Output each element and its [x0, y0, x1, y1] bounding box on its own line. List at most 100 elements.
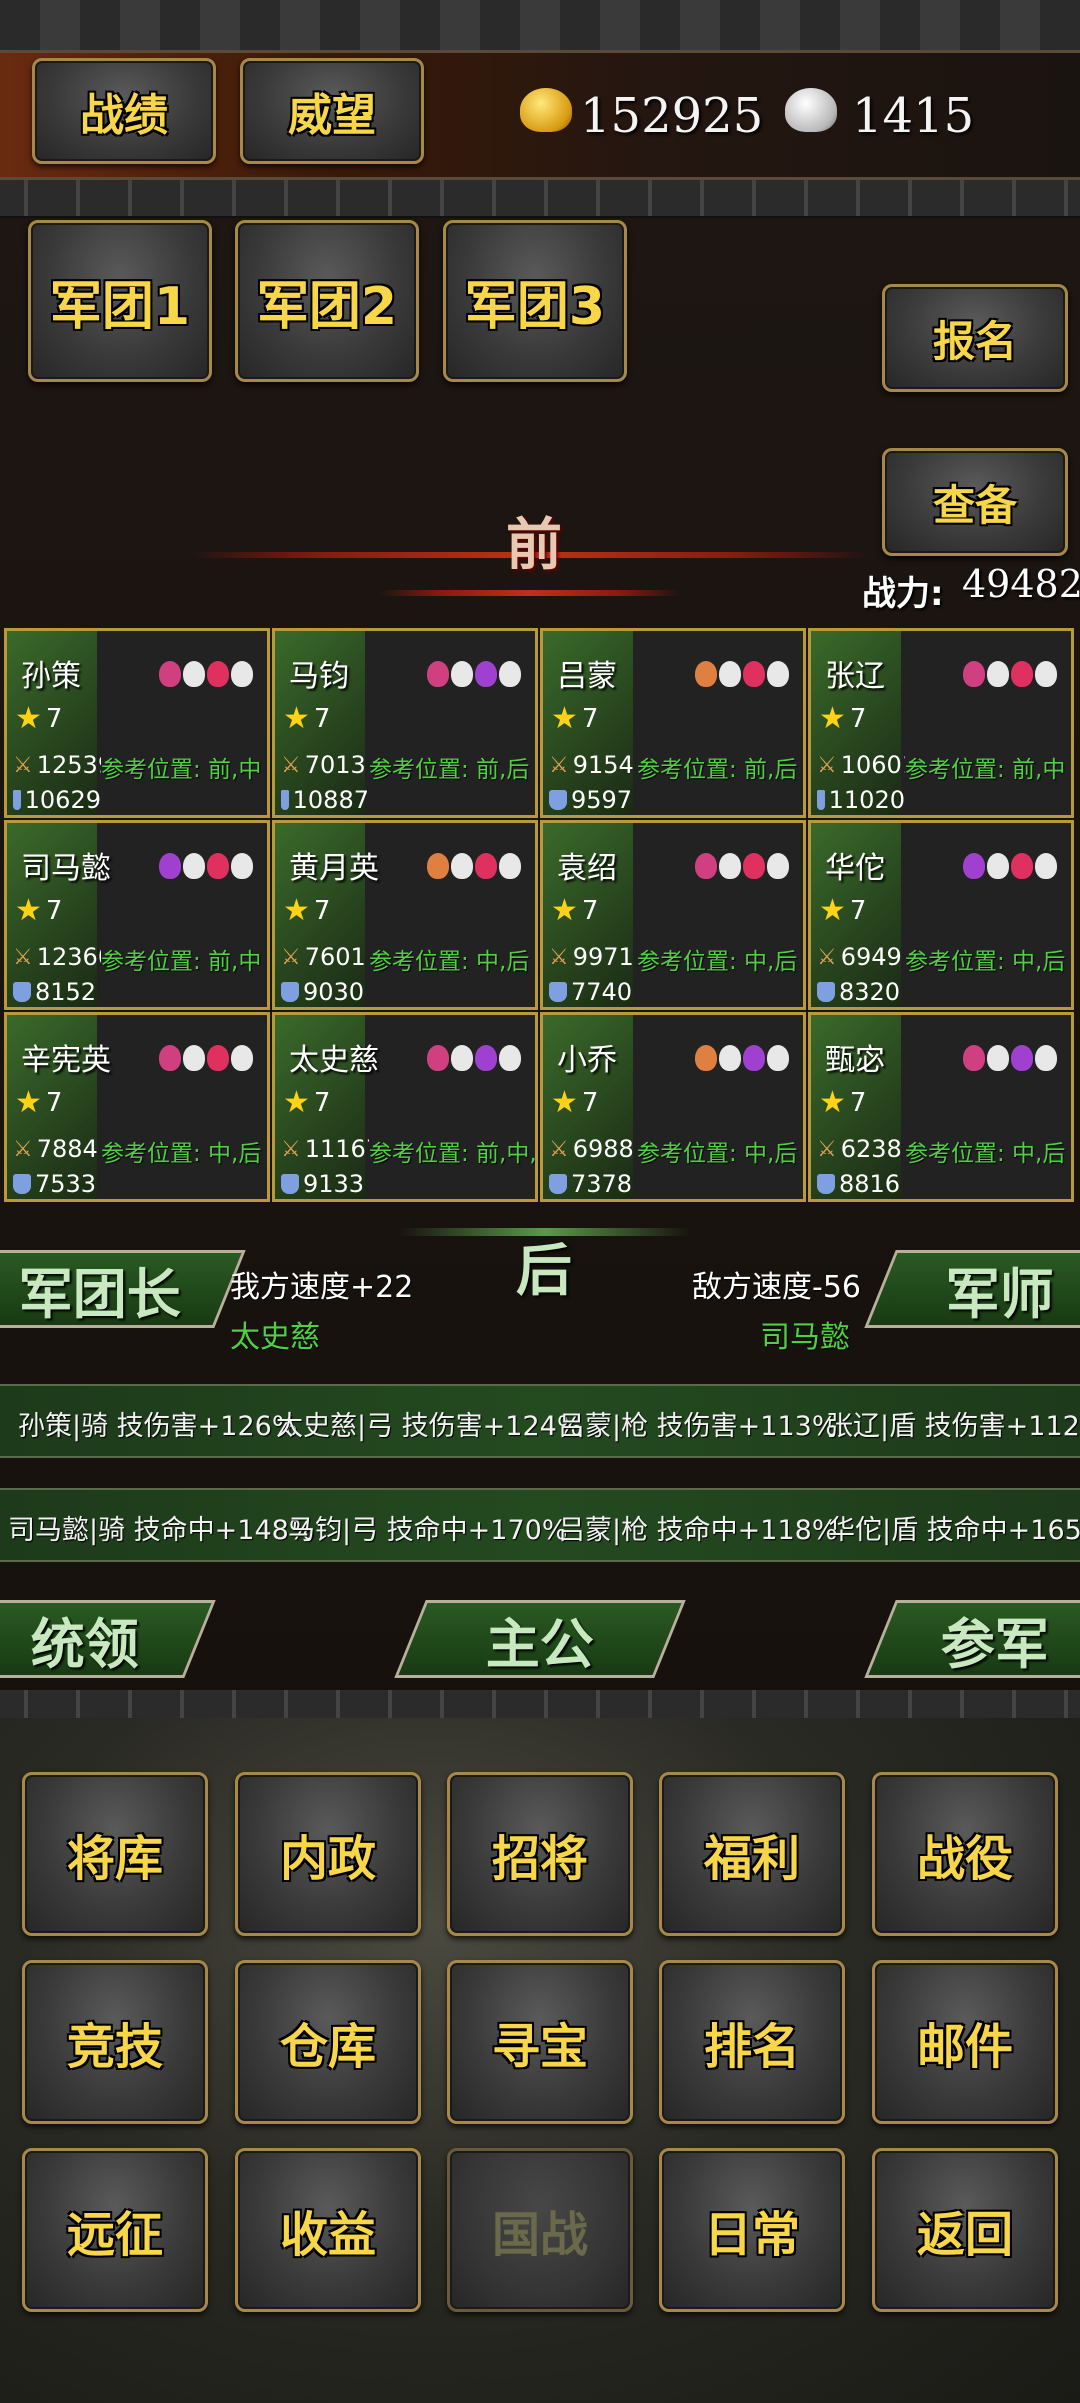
menu-button[interactable]: 排名	[659, 1960, 845, 2124]
menu-button[interactable]: 远征	[22, 2148, 208, 2312]
star-icon: ★	[819, 1085, 846, 1120]
star-icon: ★	[15, 701, 42, 736]
hero-name: 甄宓	[825, 1043, 885, 1078]
our-speed: 我方速度+22	[230, 1270, 414, 1305]
menu-button[interactable]: 仓库	[235, 1960, 421, 2124]
armor-icon	[281, 982, 299, 1002]
hero-stars: ★ 7	[819, 893, 866, 928]
legion-2-button[interactable]: 军团2	[235, 220, 419, 382]
menu-button[interactable]: 国战	[447, 2148, 633, 2312]
menu-button[interactable]: 竞技	[22, 1960, 208, 2124]
hero-position-hint: 参考位置: 前,中,后	[369, 1141, 537, 1167]
hero-star-count: 7	[45, 1087, 63, 1118]
hero-card[interactable]: 张辽 ★ 7 ⚔ 10601 11020 参考位置: 前,中	[808, 628, 1074, 818]
legion-3-button[interactable]: 军团3	[443, 220, 627, 382]
hero-card[interactable]: 辛宪英 ★ 7 ⚔ 7884 7533 参考位置: 中,后	[4, 1012, 270, 1202]
hero-card[interactable]: 司马懿 ★ 7 ⚔ 12360 8152 参考位置: 前,中	[4, 820, 270, 1010]
our-leader-name[interactable]: 太史慈	[230, 1312, 320, 1356]
menu-button[interactable]: 收益	[235, 2148, 421, 2312]
hero-name: 孙策	[21, 659, 81, 694]
gem-icon	[963, 661, 985, 687]
hero-card[interactable]: 袁绍 ★ 7 ⚔ 9971 7740 参考位置: 中,后	[540, 820, 806, 1010]
gem-icon	[159, 853, 181, 879]
tab-record[interactable]: 战绩	[32, 58, 216, 164]
gem-icon	[475, 853, 497, 879]
damage-buff-1: 孙策|骑 技伤害+126%	[18, 1411, 298, 1442]
hero-defense-value: 7740	[571, 978, 633, 1006]
gem-icon	[695, 853, 717, 879]
hero-attack: ⚔ 7013	[281, 751, 369, 779]
inspect-button[interactable]: 查备	[882, 448, 1068, 556]
hero-card[interactable]: 黄月英 ★ 7 ⚔ 7601 9030 参考位置: 中,后	[272, 820, 538, 1010]
menu-button[interactable]: 邮件	[872, 1960, 1058, 2124]
hero-defense-value: 10629	[24, 786, 101, 814]
gem-icon	[1035, 853, 1057, 879]
gem-icon	[183, 1045, 205, 1071]
sword-icon: ⚔	[549, 752, 569, 778]
hero-attack-value: 12360	[36, 943, 101, 971]
gem-icon	[451, 853, 473, 879]
gem-icon	[963, 853, 985, 879]
menu-button[interactable]: 战役	[872, 1772, 1058, 1936]
hero-attack: ⚔ 12539	[13, 751, 101, 779]
hero-stars: ★ 7	[551, 1085, 598, 1120]
hero-position-hint: 参考位置: 中,后	[101, 1141, 262, 1167]
gem-icon	[987, 661, 1009, 687]
sword-icon: ⚔	[549, 1136, 569, 1162]
hero-position-hint: 参考位置: 中,后	[369, 949, 530, 975]
hero-card[interactable]: 小乔 ★ 7 ⚔ 6988 7378 参考位置: 中,后	[540, 1012, 806, 1202]
armor-icon	[549, 790, 567, 810]
hero-attack: ⚔ 9154	[549, 751, 637, 779]
tab-prestige[interactable]: 威望	[240, 58, 424, 164]
strategist-banner[interactable]: 军师	[864, 1250, 1080, 1328]
menu-button[interactable]: 内政	[235, 1772, 421, 1936]
hit-buff-row: 司马懿|骑 技命中+148% 马钧|弓 技命中+170% 吕蒙|枪 技命中+11…	[0, 1488, 1080, 1562]
armor-icon	[549, 982, 567, 1002]
legion-leader-banner[interactable]: 军团长	[0, 1250, 246, 1328]
hero-position-hint: 参考位置: 前,中	[905, 757, 1066, 783]
menu-button[interactable]: 招将	[447, 1772, 633, 1936]
hero-card[interactable]: 孙策 ★ 7 ⚔ 12539 10629 参考位置: 前,中	[4, 628, 270, 818]
tab-staff-label: 参军	[941, 1611, 1049, 1676]
hero-defense: 11020	[817, 786, 905, 814]
gem-icon	[475, 661, 497, 687]
hit-buff-2: 马钧|弓 技命中+170%	[288, 1515, 568, 1546]
enemy-speed: 敌方速度-56	[692, 1270, 861, 1305]
gem-icon	[499, 661, 521, 687]
hero-attack: ⚔ 7884	[13, 1135, 101, 1163]
gem-icon	[183, 661, 205, 687]
enemy-strategist-name[interactable]: 司马懿	[760, 1312, 850, 1356]
tab-lord[interactable]: 主公	[394, 1600, 686, 1678]
hero-defense: 7740	[549, 978, 637, 1006]
hero-gems	[427, 853, 521, 879]
gem-icon	[695, 1045, 717, 1071]
tab-staff[interactable]: 参军	[864, 1600, 1080, 1678]
menu-button[interactable]: 福利	[659, 1772, 845, 1936]
hero-card[interactable]: 马钧 ★ 7 ⚔ 7013 10887 参考位置: 前,后	[272, 628, 538, 818]
hero-defense: 9133	[281, 1170, 369, 1198]
tab-command-label: 统领	[30, 1611, 139, 1676]
signup-button[interactable]: 报名	[882, 284, 1068, 392]
hero-card[interactable]: 甄宓 ★ 7 ⚔ 6238 8816 参考位置: 中,后	[808, 1012, 1074, 1202]
menu-button[interactable]: 寻宝	[447, 1960, 633, 2124]
tab-command[interactable]: 统领	[0, 1600, 216, 1678]
menu-button[interactable]: 将库	[22, 1772, 208, 1936]
hero-position-hint: 参考位置: 前,后	[637, 757, 798, 783]
gem-icon	[207, 661, 229, 687]
gem-icon	[427, 1045, 449, 1071]
damage-buff-4: 张辽|盾 技伤害+112%	[826, 1411, 1080, 1442]
hero-card[interactable]: 华佗 ★ 7 ⚔ 6949 8320 参考位置: 中,后	[808, 820, 1074, 1010]
hero-name: 辛宪英	[21, 1043, 111, 1078]
hero-stars: ★ 7	[15, 893, 62, 928]
hero-attack-value: 6238	[840, 1135, 902, 1163]
menu-button[interactable]: 返回	[872, 2148, 1058, 2312]
hero-defense: 10629	[13, 786, 101, 814]
gem-icon	[207, 1045, 229, 1071]
gold-amount: 152925	[580, 88, 764, 144]
hero-name: 太史慈	[289, 1043, 379, 1078]
hero-card[interactable]: 太史慈 ★ 7 ⚔ 11167 9133 参考位置: 前,中,后	[272, 1012, 538, 1202]
hero-card[interactable]: 吕蒙 ★ 7 ⚔ 9154 9597 参考位置: 前,后	[540, 628, 806, 818]
menu-button[interactable]: 日常	[659, 2148, 845, 2312]
legion-1-button[interactable]: 军团1	[28, 220, 212, 382]
hero-name: 袁绍	[557, 851, 617, 886]
